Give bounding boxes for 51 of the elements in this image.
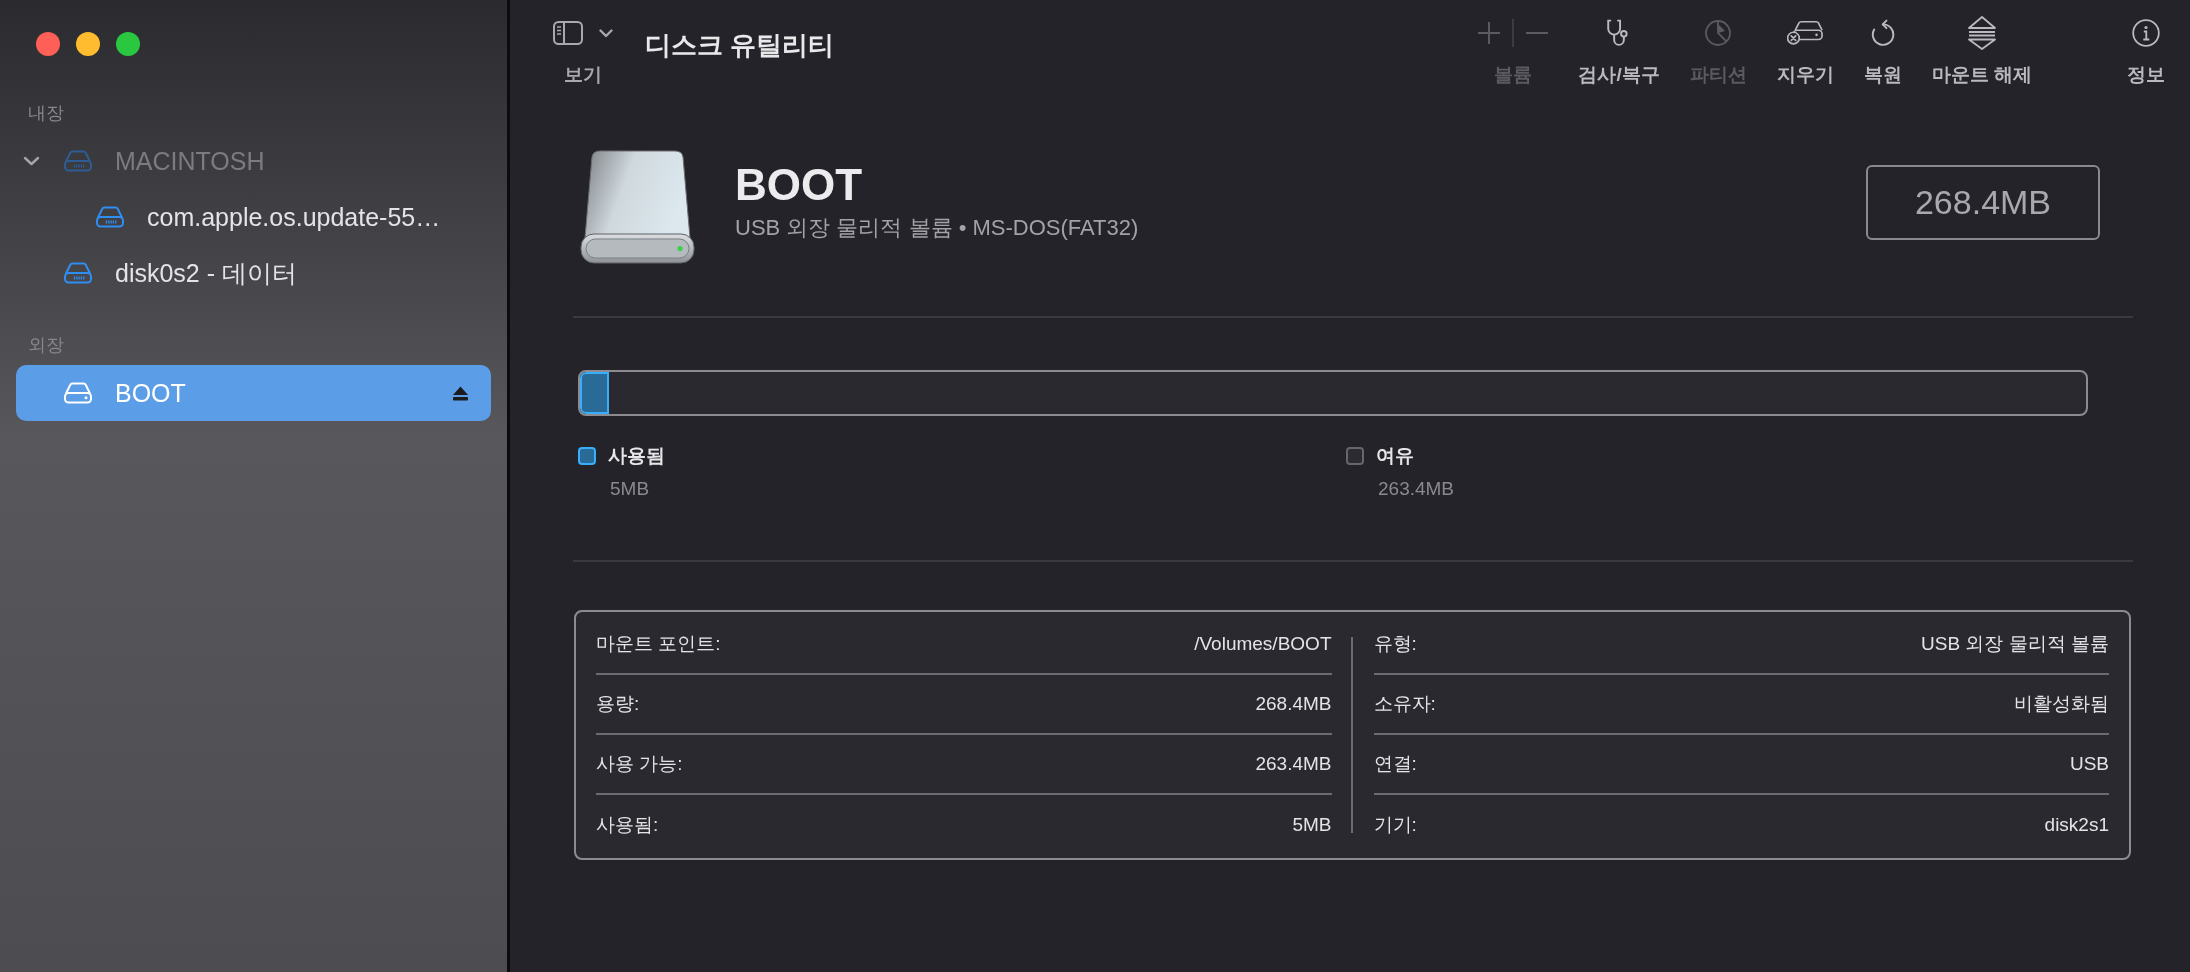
drive-icon	[63, 262, 93, 284]
view-button[interactable]: 보기	[553, 15, 613, 87]
window-title: 디스크 유틸리티	[645, 29, 835, 62]
info-label: 기기:	[1373, 813, 1417, 837]
info-value: 5MB	[1292, 813, 1332, 837]
drive-icon	[63, 382, 93, 404]
info-value: USB	[2069, 752, 2109, 776]
minimize-icon[interactable]	[76, 32, 100, 56]
pie-chart-icon	[1705, 20, 1732, 46]
section-heading: 외장	[28, 334, 64, 357]
plus-icon	[1478, 22, 1501, 44]
erase-button[interactable]: 지우기	[1776, 15, 1834, 87]
info-button[interactable]: 정보	[2127, 15, 2165, 87]
info-label: 사용됨:	[596, 813, 659, 837]
info-label: 마운트 포인트:	[596, 632, 721, 656]
drive-icon	[95, 206, 125, 228]
info-value: 268.4MB	[1255, 692, 1332, 716]
info-value: USB 외장 물리적 볼륨	[1921, 632, 2109, 656]
info-label: 연결:	[1373, 752, 1417, 776]
volume-description: USB 외장 물리적 볼륨 • MS-DOS(FAT32)	[735, 214, 1139, 242]
capacity-display: 268.4MB	[1866, 165, 2100, 240]
zoom-icon[interactable]	[116, 32, 140, 56]
up-down-arrows-icon	[1966, 15, 1997, 51]
first-aid-button[interactable]: 검사/복구	[1578, 15, 1660, 87]
drive-with-x-icon	[1787, 20, 1824, 46]
info-label: 용량:	[596, 692, 640, 716]
section-heading: 내장	[28, 102, 64, 125]
volume-name: BOOT	[735, 160, 864, 210]
legend-label: 여유	[1376, 444, 1414, 468]
info-label: 사용 가능:	[596, 752, 683, 776]
legend-value: 5MB	[610, 477, 650, 501]
external-drive-icon	[580, 150, 695, 265]
drive-icon	[63, 150, 93, 172]
info-icon	[2132, 19, 2160, 47]
legend-label: 사용됨	[608, 444, 665, 468]
close-icon[interactable]	[36, 32, 60, 56]
restore-button[interactable]: 복원	[1863, 15, 1902, 87]
chevron-down-icon	[599, 28, 613, 38]
info-label: 유형:	[1373, 632, 1417, 656]
info-value: 263.4MB	[1255, 752, 1332, 776]
circular-arrow-icon	[1870, 19, 1895, 47]
sidebar-item[interactable]: disk0s2 - 데이터	[16, 245, 491, 301]
info-value: /Volumes/BOOT	[1194, 632, 1332, 656]
info-value: 비활성화됨	[2014, 692, 2109, 716]
info-label: 소유자:	[1373, 692, 1436, 716]
unmount-button[interactable]: 마운트 해제	[1931, 15, 2032, 87]
legend-value: 263.4MB	[1378, 477, 1455, 501]
info-value: disk2s1	[2044, 813, 2109, 837]
sidebar-icon	[553, 21, 583, 45]
minus-icon	[1526, 32, 1549, 34]
eject-icon[interactable]	[452, 385, 469, 401]
